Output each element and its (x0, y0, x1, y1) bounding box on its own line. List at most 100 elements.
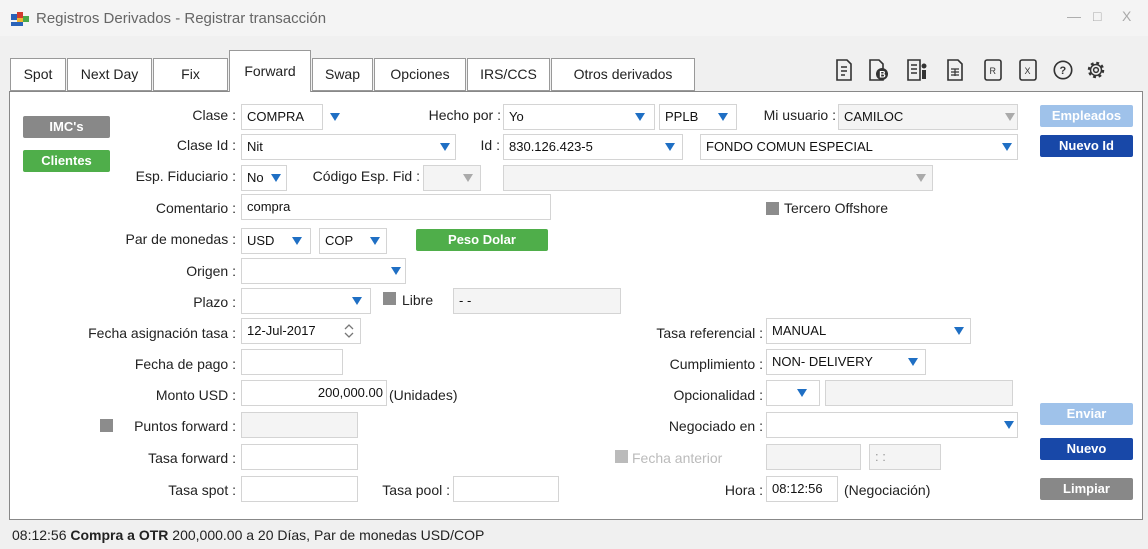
mi-usuario-dropdown-icon[interactable] (1005, 113, 1015, 121)
tab-next-day[interactable]: Next Day (67, 58, 152, 91)
clientes-button[interactable]: Clientes (23, 150, 110, 172)
fiduciario-detail-dropdown-icon[interactable] (916, 174, 926, 182)
document-list-icon[interactable] (906, 58, 928, 82)
fecha-de-pago-input[interactable] (241, 349, 343, 375)
tab-fix[interactable]: Fix (153, 58, 228, 91)
excel-icon[interactable]: X (1017, 58, 1039, 82)
puntos-forward-input[interactable] (241, 412, 358, 438)
comentario-label: Comentario : (155, 200, 236, 216)
enviar-button[interactable]: Enviar (1040, 403, 1133, 425)
fondo-dropdown-icon[interactable] (1002, 143, 1012, 151)
tasa-referencial-select[interactable]: MANUAL (766, 318, 971, 344)
tab-swap[interactable]: Swap (312, 58, 373, 91)
tab-spot[interactable]: Spot (10, 58, 66, 91)
clase-dropdown-icon[interactable] (330, 113, 340, 121)
opcionalidad-select[interactable] (766, 380, 820, 406)
tasa-referencial-label: Tasa referencial : (656, 325, 763, 341)
empleados-button[interactable]: Empleados (1040, 105, 1133, 127)
tasa-pool-input[interactable] (453, 476, 559, 502)
fecha-anterior-input[interactable] (766, 444, 861, 470)
pplb-dropdown-icon[interactable] (718, 113, 728, 121)
status-message: 08:12:56 Compra a OTR 200,000.00 a 20 Dí… (12, 527, 484, 543)
moneda1-dropdown-icon[interactable] (292, 237, 302, 245)
nuevo-id-button[interactable]: Nuevo Id (1040, 135, 1133, 157)
cumplimiento-select[interactable]: NON- DELIVERY (766, 349, 926, 375)
spinner-updown-icon[interactable] (343, 322, 355, 340)
monto-usd-input[interactable]: 200,000.00 (241, 380, 387, 406)
codigo-esp-fid-dropdown-icon[interactable] (463, 174, 473, 182)
database-icon[interactable]: B (867, 58, 889, 82)
tasa-pool-label: Tasa pool : (382, 482, 450, 498)
maximize-button[interactable]: □ (1093, 8, 1101, 24)
mi-usuario-select[interactable]: CAMILOC (838, 104, 1018, 130)
tasa-forward-input[interactable] (241, 444, 358, 470)
status-time: 08:12:56 (12, 527, 67, 543)
opcionalidad-dropdown-icon[interactable] (797, 389, 807, 397)
hora-label: Hora : (724, 482, 763, 498)
plazo-dropdown-icon[interactable] (352, 297, 362, 305)
clase-id-dropdown-icon[interactable] (440, 143, 450, 151)
report-icon[interactable]: R (982, 58, 1004, 82)
limpiar-button[interactable]: Limpiar (1040, 478, 1133, 500)
hecho-por-dropdown-icon[interactable] (635, 113, 645, 121)
fecha-anterior-label: Fecha anterior (632, 450, 723, 466)
libre-date-input[interactable]: - - (453, 288, 621, 314)
id-label: Id : (480, 137, 500, 153)
cumplimiento-dropdown-icon[interactable] (908, 358, 918, 366)
negociacion-label: (Negociación) (844, 482, 931, 498)
tasa-spot-label: Tasa spot : (168, 482, 236, 498)
opcionalidad-detail-input[interactable] (825, 380, 1013, 406)
svg-text:?: ? (1060, 65, 1067, 77)
negociado-en-select[interactable] (766, 412, 1018, 438)
title-bar: Registros Derivados - Registrar transacc… (0, 0, 1148, 36)
tasa-spot-input[interactable] (241, 476, 358, 502)
origen-select[interactable] (241, 258, 406, 284)
puntos-forward-label: Puntos forward : (134, 418, 236, 434)
close-button[interactable]: X (1122, 8, 1131, 24)
tab-irs-ccs[interactable]: IRS/CCS (467, 58, 550, 91)
par-de-monedas-label: Par de monedas : (125, 231, 236, 247)
tercero-offshore-checkbox[interactable] (766, 202, 779, 215)
origen-dropdown-icon[interactable] (391, 267, 401, 275)
spreadsheet-icon[interactable] (944, 58, 966, 82)
unidades-label: (Unidades) (389, 387, 458, 403)
fondo-select[interactable]: FONDO COMUN ESPECIAL (700, 134, 1018, 160)
clase-id-label: Clase Id : (176, 137, 236, 153)
codigo-esp-fid-label: Código Esp. Fid : (312, 168, 420, 184)
plazo-label: Plazo : (193, 294, 236, 310)
imcs-button[interactable]: IMC's (23, 116, 110, 138)
libre-checkbox[interactable] (383, 292, 396, 305)
comentario-input[interactable]: compra (241, 194, 551, 220)
mi-usuario-label: Mi usuario : (763, 107, 836, 123)
export-icon[interactable] (833, 58, 855, 82)
id-select[interactable]: 830.126.423-5 (503, 134, 683, 160)
hora-input[interactable]: 08:12:56 (766, 476, 838, 502)
tasa-referencial-dropdown-icon[interactable] (954, 327, 964, 335)
negociado-en-label: Negociado en : (668, 418, 763, 434)
puntos-forward-checkbox[interactable] (100, 419, 113, 432)
fecha-anterior-checkbox[interactable] (615, 450, 628, 463)
moneda2-dropdown-icon[interactable] (370, 237, 380, 245)
hecho-por-select[interactable]: Yo (503, 104, 655, 130)
peso-dolar-button[interactable]: Peso Dolar (416, 229, 548, 251)
settings-icon[interactable] (1085, 58, 1107, 82)
id-dropdown-icon[interactable] (665, 143, 675, 151)
opcionalidad-label: Opcionalidad : (673, 387, 763, 403)
esp-fiduciario-label: Esp. Fiduciario : (135, 168, 236, 184)
clase-select[interactable]: COMPRA (241, 104, 323, 130)
status-operation: Compra a OTR (70, 527, 169, 543)
minimize-button[interactable]: — (1067, 8, 1081, 24)
fecha-anterior-time-input[interactable]: : : (869, 444, 941, 470)
libre-label: Libre (402, 292, 434, 308)
tab-forward[interactable]: Forward (229, 50, 311, 92)
nuevo-button[interactable]: Nuevo (1040, 438, 1133, 460)
clase-id-select[interactable]: Nit (241, 134, 456, 160)
help-icon[interactable]: ? (1052, 58, 1074, 82)
tab-opciones[interactable]: Opciones (374, 58, 466, 91)
negociado-en-dropdown-icon[interactable] (1004, 421, 1014, 429)
tab-otros-derivados[interactable]: Otros derivados (551, 58, 695, 91)
esp-fiduciario-dropdown-icon[interactable] (271, 174, 281, 182)
status-detail: 200,000.00 a 20 Días, Par de monedas USD… (172, 527, 485, 543)
fiduciario-detail-select[interactable] (503, 165, 933, 191)
svg-text:B: B (879, 70, 886, 80)
